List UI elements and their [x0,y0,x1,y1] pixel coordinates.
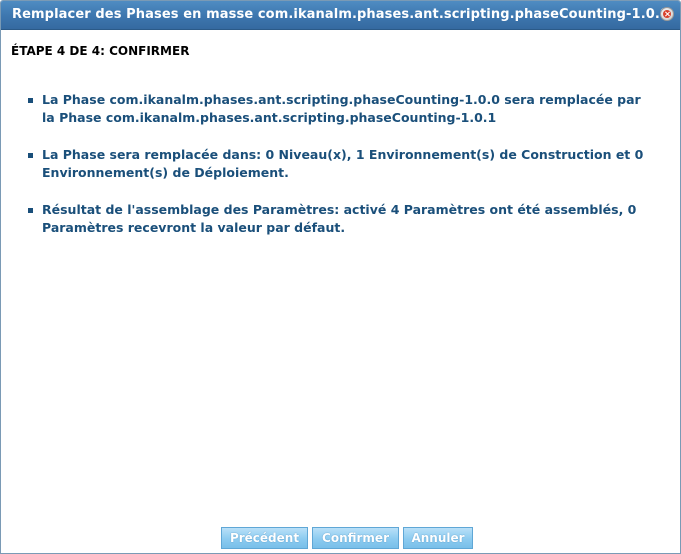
summary-item-line: La Phase sera remplacée dans: 0 Niveau(x… [42,147,644,162]
replace-phases-dialog: Remplacer des Phases en masse com.ikanal… [0,0,681,554]
summary-item-line: Environnement(s) de Déploiement. [42,165,289,180]
step-heading: ÉTAPE 4 DE 4: CONFIRMER [11,44,190,58]
summary-list: La Phase com.ikanalm.phases.ant.scriptin… [28,91,673,256]
close-icon[interactable] [660,7,674,21]
bullet-icon [28,153,33,158]
previous-button[interactable]: Précédent [221,527,308,549]
bullet-icon [28,98,33,103]
summary-item-line: Paramètres recevront la valeur par défau… [42,220,346,235]
bullet-icon [28,208,33,213]
dialog-title: Remplacer des Phases en masse com.ikanal… [12,7,670,22]
close-icon-glyph [663,10,671,18]
summary-item-line: La Phase com.ikanalm.phases.ant.scriptin… [42,92,641,107]
summary-item-phase-replacement: La Phase com.ikanalm.phases.ant.scriptin… [28,91,673,127]
dialog-titlebar[interactable]: Remplacer des Phases en masse com.ikanal… [1,1,680,30]
cancel-button[interactable]: Annuler [403,527,473,549]
summary-item-line: Résultat de l'assemblage des Paramètres:… [42,202,637,217]
summary-item-line: la Phase com.ikanalm.phases.ant.scriptin… [42,110,497,125]
summary-item-parameter-merge: Résultat de l'assemblage des Paramètres:… [28,201,673,237]
confirm-button[interactable]: Confirmer [312,527,399,549]
summary-item-replacement-scope: La Phase sera remplacée dans: 0 Niveau(x… [28,146,673,182]
